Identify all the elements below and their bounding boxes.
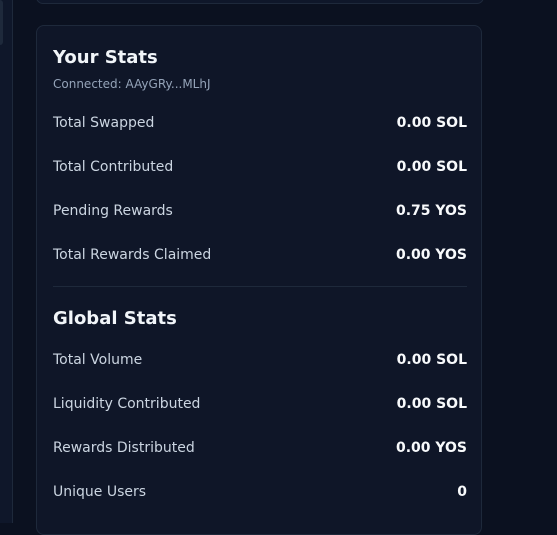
left-sidebar-edge	[0, 0, 13, 523]
stat-label: Total Contributed	[53, 159, 174, 175]
stat-value: 0.00 SOL	[396, 159, 467, 175]
stat-label: Unique Users	[53, 484, 147, 500]
stat-row-unique-users: Unique Users 0	[53, 481, 467, 503]
stat-label: Rewards Distributed	[53, 440, 195, 456]
section-divider	[53, 286, 467, 287]
stat-row-liquidity-contributed: Liquidity Contributed 0.00 SOL	[53, 393, 467, 415]
stat-row-total-swapped: Total Swapped 0.00 SOL	[53, 112, 467, 134]
stat-row-pending-rewards: Pending Rewards 0.75 YOS	[53, 200, 467, 222]
stat-row-total-volume: Total Volume 0.00 SOL	[53, 349, 467, 371]
stat-value: 0.00 SOL	[396, 352, 467, 368]
stat-row-rewards-distributed: Rewards Distributed 0.00 YOS	[53, 437, 467, 459]
stat-value: 0.00 SOL	[396, 115, 467, 131]
stat-value: 0.75 YOS	[395, 203, 467, 219]
connected-wallet: Connected: AAyGRy...MLhJ	[53, 77, 211, 91]
stats-card: Your Stats Connected: AAyGRy...MLhJ Tota…	[36, 25, 482, 535]
stat-value: 0.00 YOS	[395, 440, 467, 456]
stat-label: Pending Rewards	[53, 203, 173, 219]
stat-row-total-rewards-claimed: Total Rewards Claimed 0.00 YOS	[53, 244, 467, 266]
your-stats-title: Your Stats	[53, 47, 158, 68]
stat-row-total-contributed: Total Contributed 0.00 SOL	[53, 156, 467, 178]
stat-label: Total Swapped	[53, 115, 155, 131]
stat-value: 0.00 SOL	[396, 396, 467, 412]
stat-label: Total Rewards Claimed	[53, 247, 212, 263]
top-panel-edge	[36, 0, 484, 4]
global-stats-title: Global Stats	[53, 308, 177, 329]
stat-label: Liquidity Contributed	[53, 396, 201, 412]
stat-value: 0.00 YOS	[395, 247, 467, 263]
stat-value: 0	[457, 484, 467, 500]
sidebar-active-indicator	[0, 0, 3, 45]
stat-label: Total Volume	[53, 352, 143, 368]
